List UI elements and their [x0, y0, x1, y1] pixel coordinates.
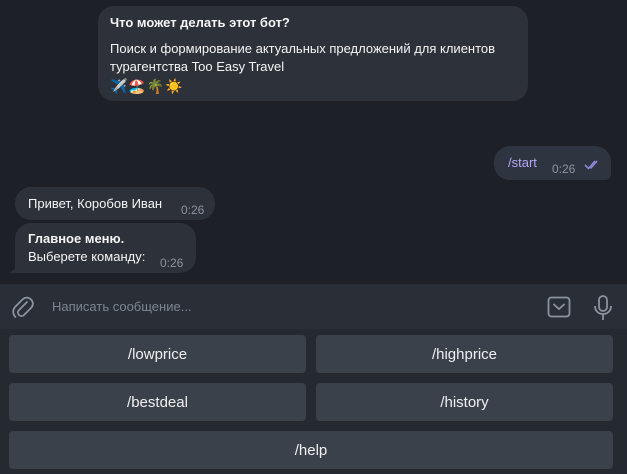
keyboard-button-help[interactable]: /help: [9, 431, 613, 469]
bubble-tail-icon: [8, 262, 20, 273]
bot-info-description: Поиск и формирование актуальных предложе…: [110, 41, 496, 74]
message-time: 0:26: [552, 162, 576, 176]
keyboard-button-history[interactable]: /history: [316, 383, 613, 421]
keyboard-button-highprice[interactable]: /highprice: [316, 335, 613, 373]
incoming-message: Главное меню. Выберете команду: 0:26: [15, 223, 196, 273]
bot-info-emojis: ✈️🏖️🌴☀️: [110, 78, 184, 94]
keyboard-button-lowprice[interactable]: /lowprice: [9, 335, 306, 373]
message-input[interactable]: Написать сообщение...: [52, 299, 192, 314]
keyboard-toggle-icon[interactable]: [547, 296, 571, 318]
microphone-icon[interactable]: [593, 295, 613, 321]
attach-icon[interactable]: [12, 296, 34, 320]
message-title: Главное меню.: [28, 231, 125, 246]
message-command[interactable]: /start: [508, 154, 537, 172]
message-time: 0:26: [160, 256, 184, 270]
outgoing-message[interactable]: /start 0:26: [494, 146, 611, 180]
incoming-message: Привет, Коробов Иван 0:26: [15, 187, 215, 220]
keyboard-button-bestdeal[interactable]: /bestdeal: [9, 383, 306, 421]
bot-info-card: Что может делать этот бот? Поиск и форми…: [98, 6, 528, 101]
chat-area: Что может делать этот бот? Поиск и форми…: [0, 0, 627, 284]
bot-keyboard: /lowprice /highprice /bestdeal /history …: [0, 329, 627, 474]
double-check-icon: [584, 160, 598, 170]
message-input-bar: Написать сообщение...: [0, 284, 627, 329]
message-text: Привет, Коробов Иван: [28, 196, 163, 211]
message-text: Выберете команду:: [28, 249, 146, 264]
bot-info-title: Что может делать этот бот?: [110, 15, 290, 30]
message-time: 0:26: [181, 203, 205, 217]
